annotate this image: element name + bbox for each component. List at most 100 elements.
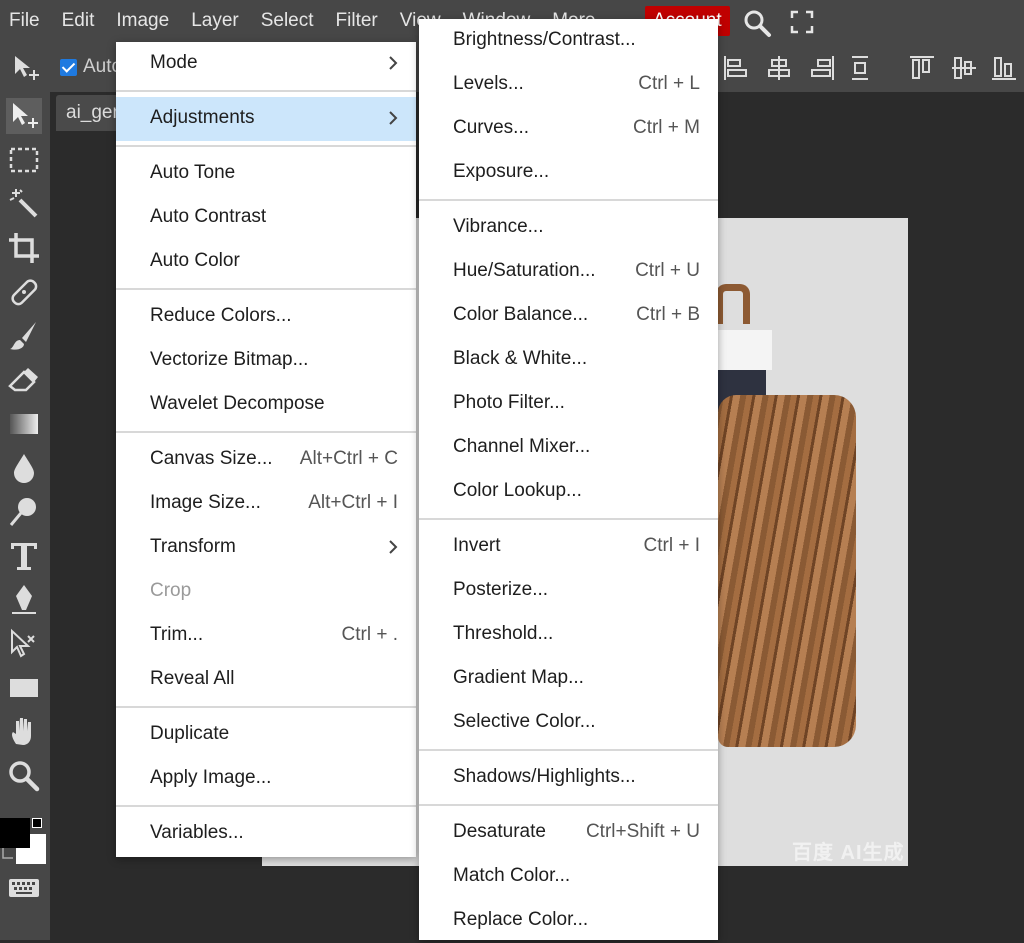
zoom-icon [9,761,40,792]
image-menu-item-auto-tone[interactable]: Auto Tone [116,152,416,196]
menu-filter[interactable]: Filter [327,0,391,42]
move-tool[interactable] [6,98,42,134]
swap-colors-icon[interactable] [0,846,16,862]
adj-item-curves[interactable]: Curves... Ctrl + M [419,107,718,151]
image-menu-item-adjustments[interactable]: Adjustments [116,97,416,141]
search-icon[interactable] [742,8,772,38]
image-content [718,330,772,370]
adjustments-submenu: Brightness/Contrast... Levels... Ctrl + L… [419,19,718,940]
image-content [718,395,856,747]
image-menu-item-canvas-size[interactable]: Canvas Size... Alt+Ctrl + C [116,438,416,482]
adj-item-invert[interactable]: Invert Ctrl + I [419,525,718,569]
adj-item-photo-filter[interactable]: Photo Filter... [419,382,718,426]
image-menu-item-reveal-all[interactable]: Reveal All [116,658,416,702]
menu-edit[interactable]: Edit [53,0,108,42]
adj-item-vibrance[interactable]: Vibrance... [419,206,718,250]
adj-item-replace-color[interactable]: Replace Color... [419,899,718,943]
default-colors-icon[interactable] [32,818,42,828]
align-left-icon[interactable] [722,54,750,82]
image-menu-item-trim[interactable]: Trim... Ctrl + . [116,614,416,658]
crop-icon [9,233,39,263]
auto-select-checkbox[interactable] [60,59,77,76]
adj-item-posterize[interactable]: Posterize... [419,569,718,613]
shortcut-label: Ctrl + I [643,535,700,556]
menu-divider [116,90,416,92]
menu-divider [419,749,718,751]
adj-item-desaturate[interactable]: Desaturate Ctrl+Shift + U [419,811,718,855]
path-select-tool[interactable] [6,626,42,662]
adj-item-color-balance[interactable]: Color Balance... Ctrl + B [419,294,718,338]
image-menu-item-auto-color[interactable]: Auto Color [116,240,416,284]
distribute-icon[interactable] [846,54,874,82]
align-middle-icon[interactable] [950,54,978,82]
menu-select[interactable]: Select [252,0,327,42]
zoom-tool[interactable] [6,758,42,794]
image-menu-item-variables[interactable]: Variables... [116,812,416,856]
menu-divider [419,804,718,806]
shortcut-label: Alt+Ctrl + I [308,492,398,513]
magic-wand-icon [9,189,38,218]
hand-tool[interactable] [6,714,42,750]
adj-item-exposure[interactable]: Exposure... [419,151,718,195]
pen-tool[interactable] [6,582,42,618]
healing-tool[interactable] [6,274,42,310]
image-menu-item-apply-image[interactable]: Apply Image... [116,757,416,801]
align-center-icon[interactable] [765,54,793,82]
menu-divider [116,706,416,708]
image-menu-item-wavelet-decompose[interactable]: Wavelet Decompose [116,383,416,427]
menu-image[interactable]: Image [107,0,182,42]
adj-item-selective-color[interactable]: Selective Color... [419,701,718,745]
image-menu-item-transform[interactable]: Transform [116,526,416,570]
adj-item-gradient-map[interactable]: Gradient Map... [419,657,718,701]
shortcut-label: Ctrl + M [632,117,700,138]
adj-item-shadows-highlights[interactable]: Shadows/Highlights... [419,756,718,800]
text-tool[interactable] [6,538,42,574]
crop-tool[interactable] [6,230,42,266]
adj-item-channel-mixer[interactable]: Channel Mixer... [419,426,718,470]
image-menu-item-duplicate[interactable]: Duplicate [116,713,416,757]
adj-item-levels[interactable]: Levels... Ctrl + L [419,63,718,107]
blur-tool[interactable] [6,450,42,486]
adj-item-black-white[interactable]: Black & White... [419,338,718,382]
menu-file[interactable]: File [0,0,53,42]
tools-panel [0,92,50,940]
dodge-icon [9,498,36,526]
align-top-icon[interactable] [908,54,936,82]
eraser-tool[interactable] [6,362,42,398]
align-right-icon[interactable] [808,54,836,82]
adj-item-threshold[interactable]: Threshold... [419,613,718,657]
brush-tool[interactable] [6,318,42,354]
magic-wand-tool[interactable] [6,186,42,222]
foreground-color-swatch[interactable] [0,818,30,848]
bandage-icon [11,279,38,306]
align-bottom-icon[interactable] [990,54,1018,82]
image-menu-item-image-size[interactable]: Image Size... Alt+Ctrl + I [116,482,416,526]
fullscreen-icon[interactable] [790,10,814,34]
path-select-icon [11,628,35,658]
adj-item-match-color[interactable]: Match Color... [419,855,718,899]
dodge-tool[interactable] [6,494,42,530]
adj-item-brightness-contrast[interactable]: Brightness/Contrast... [419,19,718,63]
keyboard-icon[interactable] [8,878,40,898]
move-tool-icon[interactable] [12,54,42,82]
menu-layer[interactable]: Layer [182,0,252,42]
image-menu-item-crop: Crop [150,580,192,601]
gradient-tool[interactable] [6,406,42,442]
adj-item-hue-saturation[interactable]: Hue/Saturation... Ctrl + U [419,250,718,294]
image-menu-item-auto-contrast[interactable]: Auto Contrast [116,196,416,240]
marquee-icon [9,147,39,173]
image-menu-item-reduce-colors[interactable]: Reduce Colors... [116,295,416,339]
pen-icon [12,585,36,614]
menu-divider [116,145,416,147]
eraser-icon [8,368,38,392]
marquee-tool[interactable] [6,142,42,178]
shape-tool[interactable] [6,670,42,706]
menu-divider [116,288,416,290]
hand-icon [12,718,31,745]
image-menu-item-vectorize-bitmap[interactable]: Vectorize Bitmap... [116,339,416,383]
move-arrow-icon [13,103,38,128]
menu-divider [419,518,718,520]
drop-icon [14,454,34,483]
adj-item-color-lookup[interactable]: Color Lookup... [419,470,718,514]
image-menu-item-mode[interactable]: Mode [116,42,416,86]
